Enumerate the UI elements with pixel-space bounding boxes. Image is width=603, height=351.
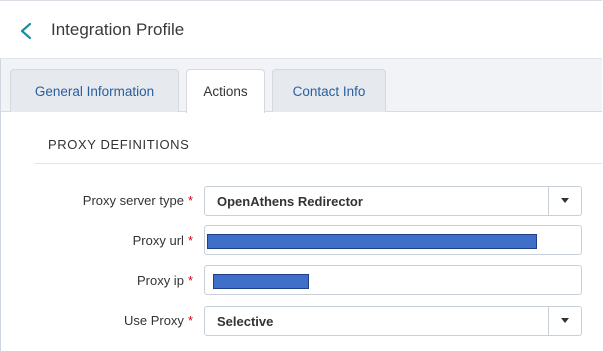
required-marker: * — [187, 273, 193, 288]
proxy-server-type-select[interactable]: OpenAthens Redirector — [204, 186, 582, 216]
required-marker: * — [187, 313, 193, 328]
use-proxy-label: Use Proxy * — [124, 313, 193, 328]
use-proxy-select[interactable]: Selective — [204, 306, 582, 336]
tab-general-information[interactable]: General Information — [10, 69, 179, 112]
tab-bar: General Information Actions Contact Info — [1, 59, 602, 113]
tab-contact-info[interactable]: Contact Info — [272, 69, 386, 112]
proxy-server-type-value: OpenAthens Redirector — [217, 194, 363, 209]
proxy-url-input[interactable] — [204, 225, 582, 255]
proxy-url-label-text: Proxy url — [132, 233, 184, 248]
chevron-left-icon[interactable] — [19, 22, 33, 40]
section-title: PROXY DEFINITIONS — [48, 137, 190, 152]
redacted-value — [213, 274, 309, 289]
section-divider — [34, 163, 602, 164]
proxy-ip-label-text: Proxy ip — [136, 273, 184, 288]
proxy-ip-input[interactable] — [204, 265, 582, 295]
page-title: Integration Profile — [51, 20, 185, 39]
use-proxy-label-text: Use Proxy — [123, 313, 184, 328]
proxy-ip-label: Proxy ip * — [137, 273, 193, 288]
page-header: Integration Profile — [0, 0, 602, 59]
select-divider — [548, 187, 549, 215]
tab-actions[interactable]: Actions — [186, 69, 265, 113]
proxy-server-type-label-text: Proxy server type — [82, 193, 184, 208]
proxy-url-label: Proxy url * — [133, 233, 193, 248]
proxy-server-type-label: Proxy server type * — [83, 193, 193, 208]
required-marker: * — [187, 193, 193, 208]
use-proxy-value: Selective — [217, 314, 274, 329]
redacted-value — [207, 234, 537, 249]
chevron-down-icon[interactable] — [561, 318, 569, 324]
select-divider — [548, 307, 549, 335]
required-marker: * — [187, 233, 193, 248]
chevron-down-icon[interactable] — [561, 198, 569, 204]
